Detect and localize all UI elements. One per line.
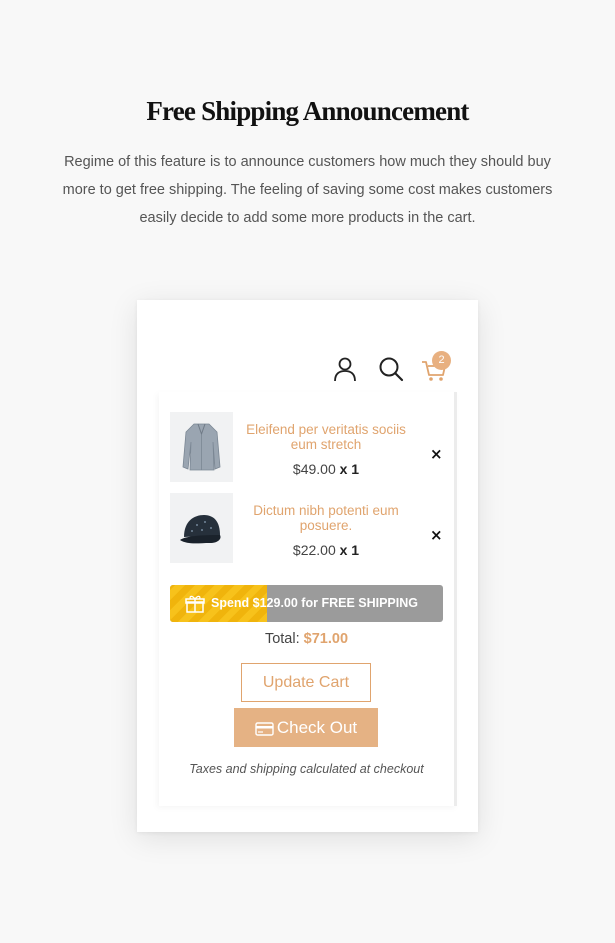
free-shipping-progress-bar: Spend $129.00 for FREE SHIPPING (170, 585, 443, 622)
credit-card-icon (255, 722, 274, 736)
user-icon[interactable] (331, 355, 359, 383)
cart-total-value: $71.00 (303, 631, 349, 647)
cap-thumbnail[interactable] (170, 493, 233, 563)
cart-total-label: Total: (264, 631, 300, 647)
coat-thumbnail[interactable] (170, 412, 233, 482)
cart-item-title[interactable]: Eleifend per veritatis sociis eum stretc… (246, 422, 406, 452)
page-description: Regime of this feature is to announce cu… (62, 154, 553, 226)
free-shipping-message: Spend $129.00 for FREE SHIPPING (210, 596, 418, 610)
remove-item-button[interactable]: × (430, 445, 443, 463)
cart-item-price: $22.00 (292, 542, 336, 558)
checkout-button[interactable]: Check Out (234, 708, 378, 747)
cart-item-price-row: $49.00 x 1 (246, 461, 406, 477)
cart-item: Dictum nibh potenti eum posuere. $22.00 … (170, 493, 455, 565)
cart-item-quantity: x 1 (339, 542, 360, 558)
cart-count-badge: 2 (432, 351, 451, 370)
store-header-icons (0, 355, 615, 385)
update-cart-button[interactable]: Update Cart (241, 663, 371, 702)
search-icon[interactable] (377, 355, 405, 383)
cart-total-row: Total: $71.00 (159, 631, 454, 647)
cart-item-price-row: $22.00 x 1 (246, 542, 406, 558)
cart-item: Eleifend per veritatis sociis eum stretc… (170, 412, 455, 484)
cart-item-price: $49.00 (292, 461, 336, 477)
checkout-label: Check Out (276, 718, 358, 737)
page-title: Free Shipping Announcement (146, 96, 469, 126)
cart-item-title[interactable]: Dictum nibh potenti eum posuere. (246, 503, 406, 533)
cart-item-quantity: x 1 (339, 461, 360, 477)
mini-cart-dropdown: Eleifend per veritatis sociis eum stretc… (159, 392, 457, 806)
tax-note: Taxes and shipping calculated at checkou… (189, 762, 424, 776)
remove-item-button[interactable]: × (430, 526, 443, 544)
